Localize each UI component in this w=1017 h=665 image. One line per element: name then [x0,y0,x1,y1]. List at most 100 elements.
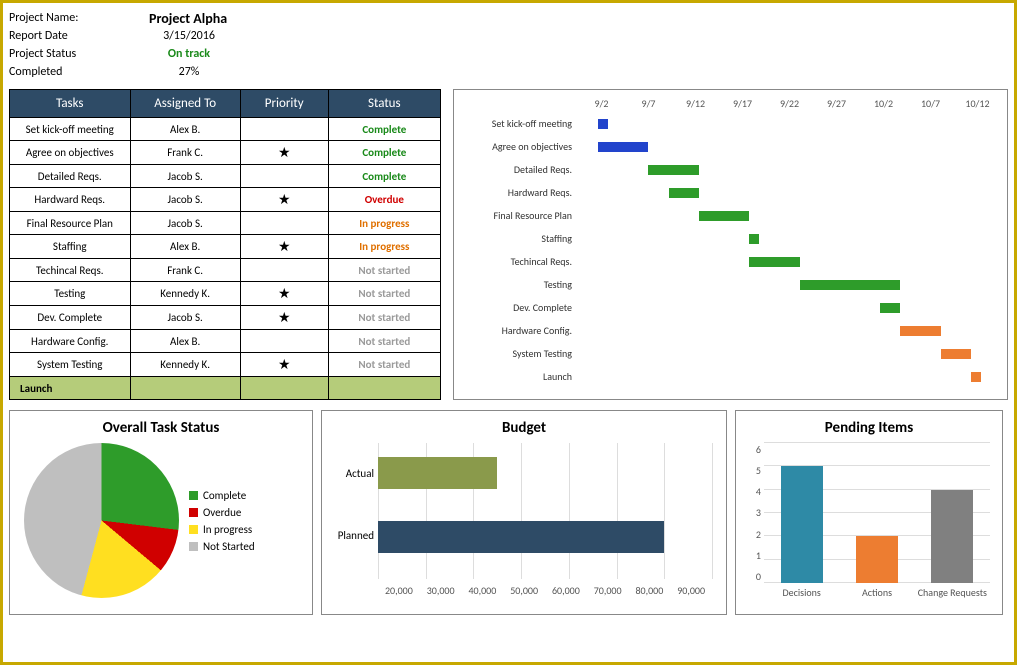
status-cell: Complete [328,118,440,141]
pending-items-chart: Pending Items 6543210 DecisionsActionsCh… [735,410,1003,615]
legend-item: Overdue [189,506,255,519]
legend-item: Not Started [189,540,255,553]
task-cell: System Testing [10,353,131,377]
table-row: StaffingAlex B.★In progress [10,235,441,259]
gantt-row: Dev. Complete [460,296,1001,319]
assigned-cell: Jacob S. [130,188,240,212]
project-name: Project Alpha [149,10,289,27]
col-priority: Priority [240,90,328,118]
gantt-track [578,347,1001,361]
tasks-table: Tasks Assigned To Priority Status Set ki… [9,89,441,400]
project-header: Project Name: Project Alpha Report Date … [9,9,1008,81]
gantt-tick: 9/27 [813,97,860,110]
pending-xtick: Actions [839,586,914,599]
gantt-track [578,301,1001,315]
gantt-tick: 9/7 [625,97,672,110]
table-row: Detailed Reqs.Jacob S.Complete [10,165,441,188]
pending-bar [856,536,898,583]
budget-bar-actual [378,457,497,489]
budget-tick: 80,000 [629,584,671,597]
task-cell: Detailed Reqs. [10,165,131,188]
gantt-task-label: Agree on objectives [460,140,578,153]
gantt-bar [598,119,608,129]
pending-ytick: 5 [746,464,761,477]
pending-ytick: 3 [746,506,761,519]
status-cell: Complete [328,141,440,165]
col-tasks: Tasks [10,90,131,118]
table-row: System TestingKennedy K.★Not started [10,353,441,377]
gantt-tick: 9/17 [719,97,766,110]
gantt-tick: 10/12 [954,97,1001,110]
status-cell: In progress [328,212,440,235]
legend-item: Complete [189,489,255,502]
assigned-cell: Alex B. [130,118,240,141]
task-cell: Agree on objectives [10,141,131,165]
gantt-task-label: Launch [460,370,578,383]
budget-tick: 70,000 [587,584,629,597]
task-cell: Hardware Config. [10,330,131,353]
gantt-row: Staffing [460,227,1001,250]
budget-label-actual: Actual [328,467,374,480]
assigned-cell: Jacob S. [130,165,240,188]
pending-y-axis: 6543210 [746,443,761,583]
gantt-track [578,370,1001,384]
budget-tick: 30,000 [420,584,462,597]
budget-bar-planned [378,521,664,553]
budget-x-axis: 20,00030,00040,00050,00060,00070,00080,0… [378,584,712,597]
table-row: Agree on objectivesFrank C.★Complete [10,141,441,165]
task-cell: Hardward Reqs. [10,188,131,212]
gantt-track [578,324,1001,338]
table-row: TestingKennedy K.★Not started [10,282,441,306]
priority-cell: ★ [240,282,328,306]
gantt-row: Detailed Reqs. [460,158,1001,181]
priority-cell: ★ [240,353,328,377]
gantt-bar [800,280,901,290]
budget-tick: 90,000 [670,584,712,597]
gantt-task-label: Hardware Config. [460,324,578,337]
gantt-bar [598,142,648,152]
pending-ytick: 6 [746,443,761,456]
status-cell: Not started [328,330,440,353]
overall-task-status-chart: Overall Task Status Complete Overdue In pr… [9,410,313,615]
status-cell: Not started [328,282,440,306]
gantt-row: Launch [460,365,1001,388]
gantt-row: Hardward Reqs. [460,181,1001,204]
gantt-task-label: Staffing [460,232,578,245]
report-date: 3/15/2016 [149,29,229,43]
gantt-task-label: Set kick-off meeting [460,117,578,130]
task-cell: Techincal Reqs. [10,259,131,282]
pie-legend: Complete Overdue In progress Not Started [189,485,255,557]
report-date-label: Report Date [9,29,149,43]
budget-chart: Budget Actual Planned 20,00030,00040,000… [321,410,727,615]
priority-cell: ★ [240,235,328,259]
legend-label: In progress [203,523,252,536]
status-cell: Overdue [328,188,440,212]
pending-bars [764,443,990,583]
gantt-bar [749,257,799,267]
gantt-track [578,232,1001,246]
assigned-cell: Frank C. [130,259,240,282]
pending-ytick: 4 [746,485,761,498]
gantt-track [578,255,1001,269]
legend-swatch [189,491,198,500]
table-row: Hardward Reqs.Jacob S.★Overdue [10,188,441,212]
budget-label-planned: Planned [328,529,374,542]
assigned-cell: Frank C. [130,141,240,165]
tasks-table-wrap: Tasks Assigned To Priority Status Set ki… [9,89,441,400]
legend-item: In progress [189,523,255,536]
pie-title: Overall Task Status [14,419,308,437]
project-status-label: Project Status [9,47,149,61]
gantt-task-label: Detailed Reqs. [460,163,578,176]
table-row: Techincal Reqs.Frank C.Not started [10,259,441,282]
gantt-row: Hardware Config. [460,319,1001,342]
gantt-row: System Testing [460,342,1001,365]
legend-label: Not Started [203,540,255,553]
gantt-bar [900,326,940,336]
completed-value: 27% [149,65,229,79]
gantt-bar [971,372,981,382]
col-assigned: Assigned To [130,90,240,118]
pending-xtick: Decisions [764,586,839,599]
pending-bar [931,490,973,583]
gantt-bar [648,165,698,175]
priority-cell [240,212,328,235]
